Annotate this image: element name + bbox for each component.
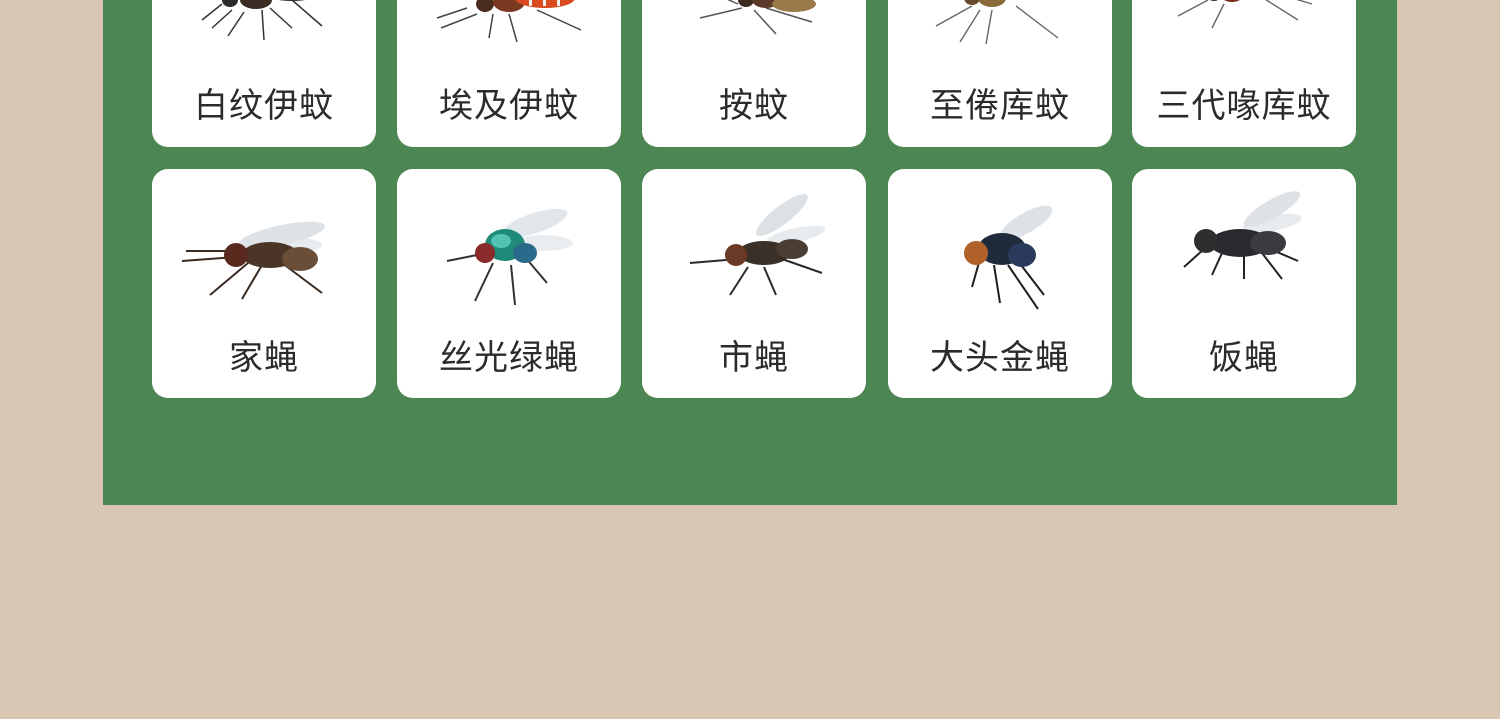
insect-card-black-fly[interactable]: 饭蝇 <box>1132 169 1356 398</box>
mosquito-striped-icon <box>152 0 376 58</box>
insect-label: 按蚊 <box>719 86 789 126</box>
mosquito-anopheles-icon <box>642 0 866 58</box>
insect-label: 大头金蝇 <box>930 338 1070 378</box>
black-fly-icon <box>1132 183 1356 313</box>
green-bottle-fly-icon <box>397 183 621 313</box>
insect-card-blowfly[interactable]: 大头金蝇 <box>888 169 1112 398</box>
insect-label: 饭蝇 <box>1209 338 1279 378</box>
housefly-icon <box>152 183 376 313</box>
insect-card-culex-pipiens[interactable]: 至倦库蚊 <box>888 0 1112 147</box>
blowfly-icon <box>888 183 1112 313</box>
mosquito-culex-icon <box>888 0 1112 58</box>
insect-card-culex-tritaeniorhynchus[interactable]: 三代喙库蚊 <box>1132 0 1356 147</box>
insect-label: 埃及伊蚊 <box>439 86 579 126</box>
mosquito-tritaeniorhynchus-icon <box>1132 0 1356 58</box>
insect-label: 丝光绿蝇 <box>439 338 579 378</box>
insect-card-green-bottle-fly[interactable]: 丝光绿蝇 <box>397 169 621 398</box>
insect-label: 家蝇 <box>229 338 299 378</box>
mosquito-red-icon <box>397 0 621 58</box>
market-fly-icon <box>642 183 866 313</box>
insect-card-housefly[interactable]: 家蝇 <box>152 169 376 398</box>
insect-card-aedes-albopictus[interactable]: 白纹伊蚊 <box>152 0 376 147</box>
insect-card-anopheles[interactable]: 按蚊 <box>642 0 866 147</box>
insect-label: 市蝇 <box>719 338 789 378</box>
insect-card-market-fly[interactable]: 市蝇 <box>642 169 866 398</box>
insect-label: 白纹伊蚊 <box>194 86 334 126</box>
insect-card-aedes-aegypti[interactable]: 埃及伊蚊 <box>397 0 621 147</box>
insect-panel: 白纹伊蚊 埃及伊蚊 按蚊 至倦库蚊 三代喙库蚊 家蝇 丝光绿蝇 市蝇 大头金蝇 … <box>103 0 1397 505</box>
insect-label: 三代喙库蚊 <box>1156 86 1332 126</box>
insect-label: 至倦库蚊 <box>930 86 1070 126</box>
